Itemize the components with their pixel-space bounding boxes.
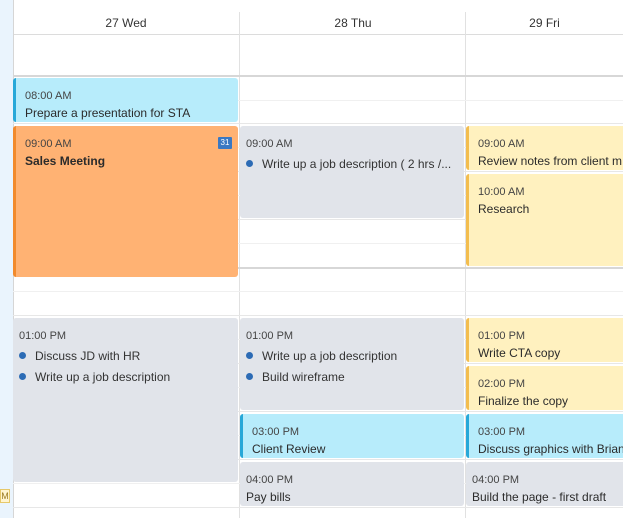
event-time: 03:00 PM: [478, 426, 526, 438]
event-title: Write CTA copy: [478, 346, 561, 360]
task-label: Discuss JD with HR: [35, 349, 141, 363]
event-time: 04:00 PM: [472, 474, 520, 486]
task-dot-icon: [246, 373, 253, 381]
task-item[interactable]: Build wireframe: [246, 370, 345, 384]
event-title: Research: [478, 202, 530, 216]
hour-line: [13, 507, 623, 508]
task-label: Write up a job description ( 2 hrs /...: [262, 157, 452, 171]
tasks-thu-1pm[interactable]: 01:00 PM Write up a job description Buil…: [240, 318, 464, 410]
task-dot-icon: [19, 352, 26, 360]
event-title: Client Review: [252, 442, 326, 456]
all-day-divider: [13, 75, 623, 77]
event-time: 08:00 AM: [25, 90, 72, 102]
event-title: Pay bills: [246, 490, 291, 504]
event-write-cta-copy[interactable]: 01:00 PM Write CTA copy: [466, 318, 623, 362]
event-title: Build the page - first draft: [472, 490, 607, 504]
event-time: 09:00 AM: [478, 138, 525, 150]
task-item[interactable]: Discuss JD with HR: [19, 349, 140, 363]
hour-line: [13, 315, 623, 316]
event-review-notes[interactable]: 09:00 AM Review notes from client m: [466, 126, 623, 170]
half-hour-line: [13, 291, 623, 292]
event-time: 02:00 PM: [478, 378, 526, 390]
event-title: Discuss graphics with Brian: [478, 442, 623, 456]
event-title: Sales Meeting: [25, 154, 106, 168]
day-header-wed[interactable]: 27 Wed: [13, 16, 239, 30]
event-prepare-presentation[interactable]: 08:00 AM Prepare a presentation for STA: [13, 78, 238, 122]
task-item[interactable]: Write up a job description: [19, 370, 170, 384]
event-title: Review notes from client m: [478, 154, 623, 168]
event-finalize-copy[interactable]: 02:00 PM Finalize the copy: [466, 366, 623, 410]
event-research[interactable]: 10:00 AM Research: [466, 174, 623, 266]
event-time: 09:00 AM: [246, 138, 293, 150]
overflow-event-tag[interactable]: M: [0, 489, 10, 503]
event-time: 01:00 PM: [246, 330, 294, 342]
event-time: 10:00 AM: [478, 186, 525, 198]
event-sales-meeting[interactable]: 09:00 AM Sales Meeting 31: [13, 126, 238, 277]
event-title: Finalize the copy: [478, 394, 569, 408]
calendar-icon: 31: [218, 137, 232, 149]
day-header-thu[interactable]: 28 Thu: [240, 16, 466, 30]
event-client-review[interactable]: 03:00 PM Client Review: [240, 414, 464, 458]
event-time: 01:00 PM: [478, 330, 526, 342]
task-item[interactable]: Write up a job description: [246, 349, 397, 363]
time-gutter: [0, 0, 14, 518]
task-label: Build wireframe: [262, 370, 345, 384]
task-dot-icon: [246, 352, 253, 360]
task-dot-icon: [246, 160, 253, 168]
task-dot-icon: [19, 373, 26, 381]
event-title: Prepare a presentation for STA: [25, 106, 191, 120]
event-time: 04:00 PM: [246, 474, 294, 486]
day-header-fri[interactable]: 29 Fri: [466, 16, 623, 30]
task-item[interactable]: Write up a job description ( 2 hrs /...: [246, 157, 451, 171]
task-label: Write up a job description: [35, 370, 171, 384]
event-time: 01:00 PM: [19, 330, 67, 342]
task-label: Write up a job description: [262, 349, 398, 363]
event-build-page[interactable]: 04:00 PM Build the page - first draft: [466, 462, 623, 506]
event-discuss-graphics[interactable]: 03:00 PM Discuss graphics with Brian: [466, 414, 623, 458]
hour-line: [13, 123, 623, 124]
tasks-wed-1pm[interactable]: 01:00 PM Discuss JD with HR Write up a j…: [13, 318, 238, 482]
event-time: 09:00 AM: [25, 138, 72, 150]
event-pay-bills[interactable]: 04:00 PM Pay bills: [240, 462, 464, 506]
event-time: 03:00 PM: [252, 426, 300, 438]
task-thu-job-description[interactable]: 09:00 AM Write up a job description ( 2 …: [240, 126, 464, 218]
